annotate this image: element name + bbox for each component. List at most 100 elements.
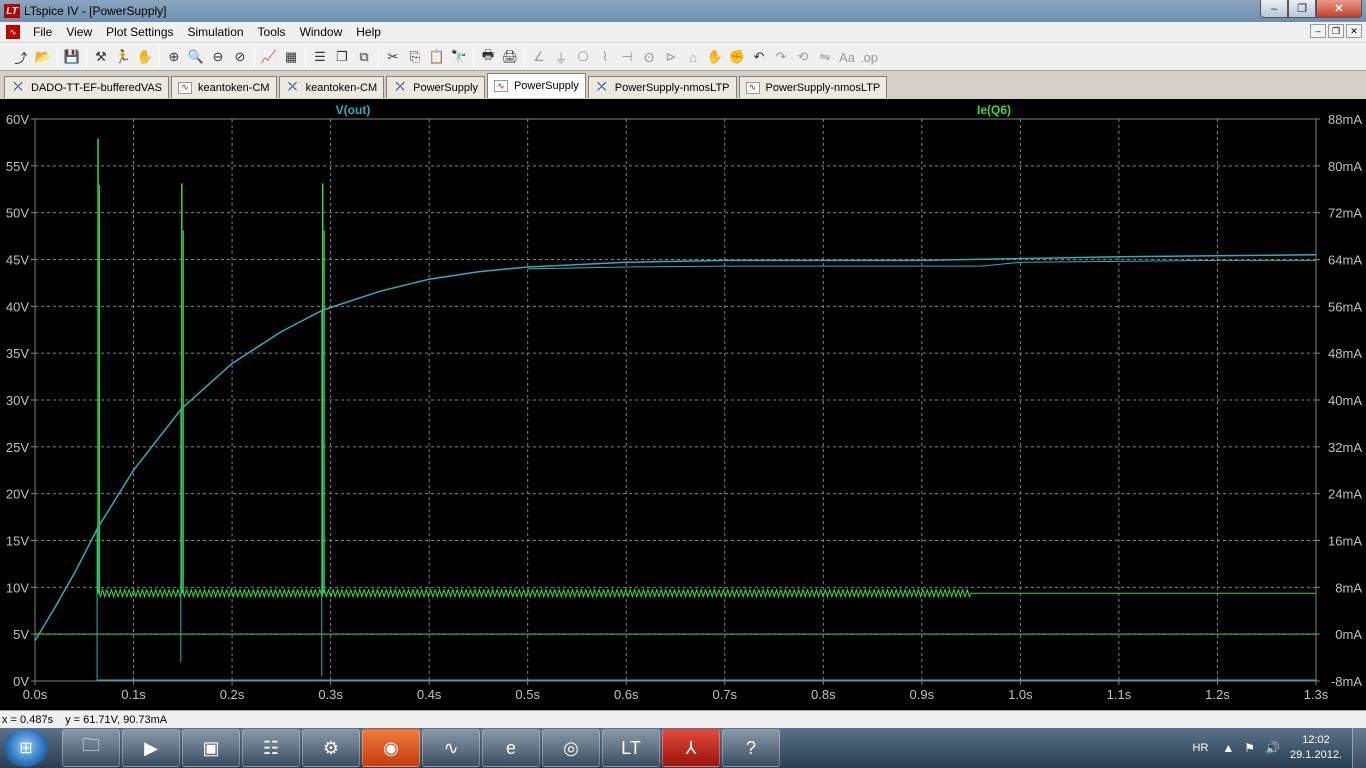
cascade-icon[interactable]: ❐ [331,46,353,68]
tab-powersupply-schematic[interactable]: ⤫ PowerSupply [386,76,485,98]
tab-keantoken-cm-schematic[interactable]: ⤫ keantoken-CM [278,76,385,98]
text-icon[interactable]: Aa [836,46,858,68]
network-icon[interactable]: ⚑ [1244,741,1255,755]
waveform-plot-svg[interactable]: 0.0s 0.1s 0.2s 0.3s 0.4s 0.5s 0.6s 0.7s 0.8s 0.9s… [0,99,1366,710]
x-tick-label: 0.2s [220,687,245,702]
minimize-button[interactable]: – [1260,0,1288,18]
oscilloscope-icon[interactable]: ∿ [422,729,480,767]
mdi-minimize-button[interactable]: – [1310,24,1326,38]
y-left-tick-label: 55V [6,159,29,174]
drag-icon[interactable]: ✊ [726,46,748,68]
acrobat-icon[interactable]: ⅄ [662,729,720,767]
tile-horizontal-icon[interactable]: ☰ [309,46,331,68]
waveform-icon: ∿ [745,81,760,94]
zoom-cancel-icon[interactable]: ⊘ [229,46,251,68]
resistor-icon[interactable]: ⌇ [594,46,616,68]
toolbar-separator [473,47,474,67]
print-icon[interactable]: 🖨 [499,46,521,68]
show-desktop-button[interactable] [1352,728,1366,768]
close-all-icon[interactable]: ⧉ [353,46,375,68]
spice-directive-icon[interactable]: .op [858,46,880,68]
trace-label-vout: V(out) [336,103,371,117]
run-icon[interactable]: 🏃 [112,46,134,68]
waveform-plot[interactable]: 0.0s 0.1s 0.2s 0.3s 0.4s 0.5s 0.6s 0.7s 0.8s 0.9s… [0,99,1366,710]
internet-explorer-icon[interactable]: e [482,729,540,767]
y-right-tick-label: 40mA [1328,393,1362,408]
open-icon[interactable]: 📂 [32,46,54,68]
close-button[interactable]: ✕ [1316,0,1362,18]
language-indicator[interactable]: HR [1193,742,1209,754]
x-tick-label: 0.3s [318,687,343,702]
menu-plot-settings[interactable]: Plot Settings [99,25,180,39]
move-icon[interactable]: ✋ [704,46,726,68]
find-icon[interactable]: 🔭 [448,46,470,68]
antivirus-icon[interactable]: ◉ [362,729,420,767]
y-right-tick-label: 72mA [1328,206,1362,221]
undo-icon[interactable]: ↶ [748,46,770,68]
label-net-icon[interactable]: ⎔ [572,46,594,68]
cut-icon[interactable]: ✂ [382,46,404,68]
copy-icon[interactable]: ⎘ [404,46,426,68]
wire-icon[interactable]: ∠ [528,46,550,68]
tab-powersupply-nmosltp-waveform[interactable]: ∿ PowerSupply-nmosLTP [738,76,888,98]
mdi-close-button[interactable]: ✕ [1346,24,1362,38]
menu-help[interactable]: Help [349,25,388,39]
menu-window[interactable]: Window [293,25,350,39]
print-preview-icon[interactable]: 🖶 [477,46,499,68]
mdi-restore-button[interactable]: ❐ [1328,24,1344,38]
waveform-doc-icon[interactable]: ∿ [6,25,20,39]
redo-icon[interactable]: ↷ [770,46,792,68]
media-player-icon[interactable]: ▶ [122,729,180,767]
paste-icon[interactable]: 📋 [426,46,448,68]
ground-icon[interactable]: ⏚ [550,46,572,68]
volume-icon[interactable]: 🔊 [1265,741,1280,755]
pick-visible-traces-icon[interactable]: ▦ [280,46,302,68]
save-icon[interactable]: 💾 [61,46,83,68]
pan-icon[interactable]: 🔍 [185,46,207,68]
y-right-tick-label: 64mA [1328,253,1362,268]
tab-powersupply-nmosltp-schematic[interactable]: ⤫ PowerSupply-nmosLTP [587,76,737,98]
autorange-icon[interactable]: 📈 [258,46,280,68]
contacts-icon[interactable]: ☷ [242,729,300,767]
tab-keantoken-cm-waveform[interactable]: ∿ keantoken-CM [171,76,277,98]
mirror-icon[interactable]: ⇋ [814,46,836,68]
office-icon[interactable]: ▣ [182,729,240,767]
menu-file[interactable]: File [26,25,59,39]
x-tick-label: 1.1s [1107,687,1132,702]
ltspice-icon[interactable]: LT [602,729,660,767]
menu-tools[interactable]: Tools [251,25,293,39]
inductor-icon[interactable]: ʘ [638,46,660,68]
zoom-in-icon[interactable]: ⊕ [163,46,185,68]
menu-simulation[interactable]: Simulation [181,25,251,39]
control-panel-icon[interactable]: ⚒ [90,46,112,68]
component-icon[interactable]: ⌂ [682,46,704,68]
x-tick-label: 0.1s [121,687,146,702]
maximize-button[interactable]: ❐ [1288,0,1316,18]
tool-icon[interactable]: ⚙ [302,729,360,767]
x-tick-label: 0.6s [614,687,639,702]
explorer-icon[interactable]: 🗀 [62,729,120,767]
schematic-icon: ⤫ [597,81,607,93]
new-schematic-icon[interactable]: ⤴ [10,46,32,68]
toolbar: ⤴ 📂 💾 ⚒ 🏃 ✋ ⊕ 🔍 ⊖ ⊘ 📈 ▦ ☰ ❐ ⧉ ✂ ⎘ 📋 🔭 🖶 🖨 ∠ ⏚ ⎔ ⌇ ⊣ ʘ ⊳ ⌂ ✋ ✊ ↶ ↷ ⟲ ⇋ Aa .op [0,43,1366,71]
halt-icon[interactable]: ✋ [134,46,156,68]
rotate-icon[interactable]: ⟲ [792,46,814,68]
start-button[interactable]: ⊞ [4,729,48,767]
y-right-tick-label: -8mA [1331,674,1362,689]
tab-powersupply-waveform[interactable]: ∿ PowerSupply [486,73,586,98]
media-center-icon[interactable]: ◎ [542,729,600,767]
tab-label: PowerSupply [413,81,478,94]
menu-view[interactable]: View [59,25,99,39]
capacitor-icon[interactable]: ⊣ [616,46,638,68]
zoom-out-icon[interactable]: ⊖ [207,46,229,68]
diode-icon[interactable]: ⊳ [660,46,682,68]
y-left-tick-label: 5V [13,627,29,642]
help-icon[interactable]: ? [722,729,780,767]
y-left-tick-label: 35V [6,346,29,361]
y-left-tick-label: 45V [6,253,29,268]
ie-q6-trace [97,588,1316,599]
show-hidden-icons-icon[interactable]: ▲ [1222,741,1234,755]
tab-dado-tt-ef-bufferedvas-schematic[interactable]: ⤫ DADO-TT-EF-bufferedVAS [4,76,170,98]
vout-trace [34,254,1317,642]
clock[interactable]: 12:02 29.1.2012. [1290,733,1342,763]
